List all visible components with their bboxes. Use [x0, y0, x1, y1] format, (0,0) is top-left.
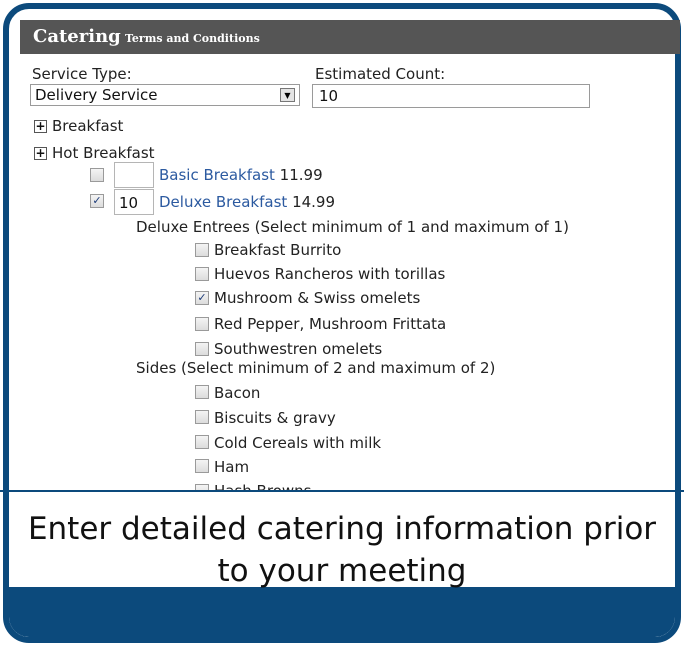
side-checkbox[interactable] — [195, 459, 209, 473]
bottom-band — [9, 587, 675, 637]
entree-checkbox[interactable]: ✓ — [195, 291, 209, 305]
catering-form: Catering Terms and Conditions Service Ty… — [0, 0, 684, 490]
expand-icon[interactable]: + — [34, 147, 47, 160]
estimated-count-input[interactable]: 10 — [312, 84, 590, 108]
estimated-count-label: Estimated Count: — [315, 65, 446, 83]
caption-line-1: Enter detailed catering information prio… — [27, 511, 657, 547]
terms-link[interactable]: Terms and Conditions — [125, 32, 260, 45]
side-label: Ham — [214, 458, 250, 476]
entree-checkbox[interactable] — [195, 317, 209, 331]
basic-breakfast-checkbox[interactable] — [90, 168, 104, 182]
basic-breakfast-price: 11.99 — [279, 166, 323, 184]
entree-checkbox[interactable] — [195, 267, 209, 281]
service-type-select[interactable]: Delivery Service ▼ — [30, 84, 300, 106]
entree-label: Mushroom & Swiss omelets — [214, 289, 421, 307]
header-title: Catering — [33, 26, 121, 47]
deluxe-breakfast-qty[interactable]: 10 — [114, 189, 154, 215]
deluxe-breakfast-item: Deluxe Breakfast 14.99 — [159, 193, 335, 211]
entree-label: Red Pepper, Mushroom Frittata — [214, 315, 447, 333]
service-type-label: Service Type: — [32, 65, 132, 83]
deluxe-breakfast-price: 14.99 — [292, 193, 336, 211]
deluxe-breakfast-qty-value: 10 — [119, 194, 139, 212]
deluxe-breakfast-checkbox[interactable]: ✓ — [90, 194, 104, 208]
side-label: Bacon — [214, 384, 261, 402]
expand-icon[interactable]: + — [34, 120, 47, 133]
basic-breakfast-item: Basic Breakfast 11.99 — [159, 166, 323, 184]
basic-breakfast-link[interactable]: Basic Breakfast — [159, 166, 275, 184]
chevron-down-icon[interactable]: ▼ — [280, 88, 295, 102]
check-icon: ✓ — [92, 194, 102, 207]
section-hot-breakfast[interactable]: Hot Breakfast — [52, 144, 155, 162]
entree-checkbox[interactable] — [195, 342, 209, 356]
side-label: Hash Browns — [214, 482, 311, 490]
side-label: Cold Cereals with milk — [214, 434, 382, 452]
entrees-heading: Deluxe Entrees (Select minimum of 1 and … — [136, 218, 569, 236]
entree-label: Breakfast Burrito — [214, 241, 342, 259]
caption: Enter detailed catering information prio… — [0, 508, 684, 592]
entree-label: Huevos Rancheros with torillas — [214, 265, 446, 283]
caption-line-2: to your meeting — [217, 553, 467, 589]
deluxe-breakfast-link[interactable]: Deluxe Breakfast — [159, 193, 287, 211]
side-checkbox[interactable] — [195, 435, 209, 449]
side-checkbox[interactable] — [195, 410, 209, 424]
estimated-count-value: 10 — [319, 87, 339, 105]
sides-heading: Sides (Select minimum of 2 and maximum o… — [136, 359, 496, 377]
catering-header: Catering Terms and Conditions — [20, 20, 680, 54]
side-checkbox[interactable] — [195, 385, 209, 399]
entree-checkbox[interactable] — [195, 243, 209, 257]
section-breakfast[interactable]: Breakfast — [52, 117, 123, 135]
service-type-value: Delivery Service — [35, 86, 158, 104]
caption-divider — [0, 490, 684, 492]
check-icon: ✓ — [197, 291, 207, 304]
basic-breakfast-qty[interactable] — [114, 162, 154, 188]
entree-label: Southwestren omelets — [214, 340, 383, 358]
side-label: Biscuits & gravy — [214, 409, 336, 427]
